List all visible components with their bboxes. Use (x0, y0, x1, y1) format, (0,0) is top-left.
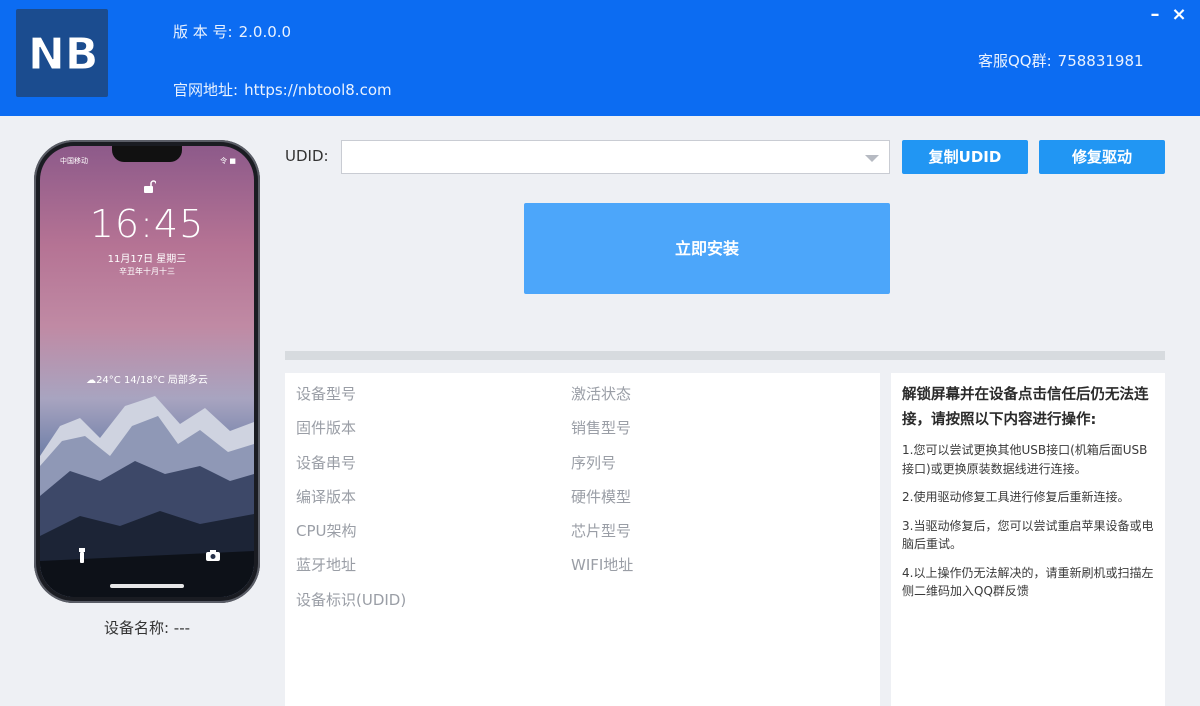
info-build-version: 编译版本 (296, 487, 357, 506)
info-firmware-version: 固件版本 (296, 419, 357, 438)
info-serial-number: 序列号 (571, 453, 617, 472)
info-device-model: 设备型号 (296, 385, 357, 403)
flashlight-icon (79, 548, 85, 563)
info-udid: 设备标识(UDID) (296, 590, 407, 609)
website-link[interactable]: https://nbtool8.com (244, 81, 392, 99)
version-info: 版 本 号: 2.0.0.0 (173, 21, 291, 42)
help-step-2: 2.使用驱动修复工具进行修复后重新连接。 (902, 490, 1130, 504)
website-info: 官网地址: https://nbtool8.com (173, 79, 392, 100)
mountain-wallpaper (40, 396, 254, 597)
home-indicator (110, 584, 184, 588)
device-name: 设备名称: --- (34, 617, 260, 638)
device-name-label: 设备名称: (103, 619, 170, 637)
help-panel: 解锁屏幕并在设备点击信任后仍无法连接，请按照以下内容进行操作: 1.您可以尝试更… (891, 373, 1165, 706)
info-hardware-model: 硬件模型 (571, 487, 632, 506)
device-info-panel: 设备型号 固件版本 设备串号 编译版本 CPU架构 蓝牙地址 设备标识(UDID… (285, 373, 880, 706)
app-logo: NB (16, 9, 108, 97)
qq-group-label: 客服QQ群: (978, 52, 1052, 70)
lock-screen-weather: ☁24°C 14/18°C 局部多云 (86, 375, 208, 386)
repair-driver-button[interactable]: 修复驱动 (1039, 140, 1165, 174)
help-step-4: 4.以上操作仍无法解决的，请重新刷机或扫描左侧二维码加入QQ群反馈 (902, 565, 1154, 599)
device-info-column-right: 激活状态 销售型号 序列号 硬件模型 芯片型号 WIFI地址 (571, 384, 633, 590)
phone-preview: 中国移动 令 ■ 16:45 11月17日 星期三 辛丑年十月十三 ☁24°C … (34, 140, 260, 603)
lock-screen-lunar-date: 辛丑年十月十三 (119, 267, 175, 276)
info-activation-status: 激活状态 (571, 385, 632, 403)
help-step-1: 1.您可以尝试更换其他USB接口(机箱后面USB接口)或更换原装数据线进行连接。 (902, 443, 1148, 476)
device-info-column-left: 设备型号 固件版本 设备串号 编译版本 CPU架构 蓝牙地址 设备标识(UDID… (296, 384, 406, 624)
version-value: 2.0.0.0 (238, 23, 292, 41)
info-chip-model: 芯片型号 (571, 522, 632, 541)
title-bar: NB 版 本 号: 2.0.0.0 官网地址: https://nbtool8.co… (0, 0, 1200, 116)
help-title: 解锁屏幕并在设备点击信任后仍无法连接，请按照以下内容进行操作: (902, 387, 1149, 428)
website-label: 官网地址: (173, 81, 239, 99)
help-step-3: 3.当驱动修复后，您可以尝试重启苹果设备或电脑后重试。 (902, 518, 1154, 552)
install-button[interactable]: 立即安装 (524, 203, 890, 294)
qq-group-value: 758831981 (1057, 52, 1144, 70)
phone-carrier: 中国移动 (60, 157, 88, 165)
phone-lock-screen: 中国移动 令 ■ 16:45 11月17日 星期三 辛丑年十月十三 ☁24°C … (40, 146, 254, 597)
udid-dropdown[interactable] (341, 140, 890, 174)
qq-group-info: 客服QQ群: 758831981 (978, 50, 1144, 71)
info-sales-model: 销售型号 (571, 419, 632, 438)
install-progress-bar (285, 351, 1165, 360)
copy-udid-button[interactable]: 复制UDID (902, 140, 1028, 174)
info-imei: 设备串号 (296, 453, 357, 472)
info-cpu-arch: CPU架构 (296, 522, 357, 541)
lock-screen-date: 11月17日 星期三 (107, 254, 187, 265)
lock-screen-time: 16:45 (89, 202, 205, 246)
chevron-down-icon[interactable] (865, 155, 879, 162)
phone-status-icons: 令 ■ (220, 157, 236, 165)
minimize-button[interactable]: – (1144, 4, 1166, 26)
camera-icon (206, 550, 220, 561)
version-label: 版 本 号: (173, 23, 233, 41)
unlock-icon (144, 180, 156, 193)
phone-notch (112, 146, 182, 162)
svg-text:NB: NB (28, 33, 98, 75)
info-wifi-address: WIFI地址 (571, 556, 634, 575)
close-button[interactable]: × (1168, 4, 1190, 26)
udid-label: UDID: (285, 147, 329, 165)
info-bluetooth-address: 蓝牙地址 (296, 556, 357, 575)
device-name-value: --- (173, 619, 191, 637)
